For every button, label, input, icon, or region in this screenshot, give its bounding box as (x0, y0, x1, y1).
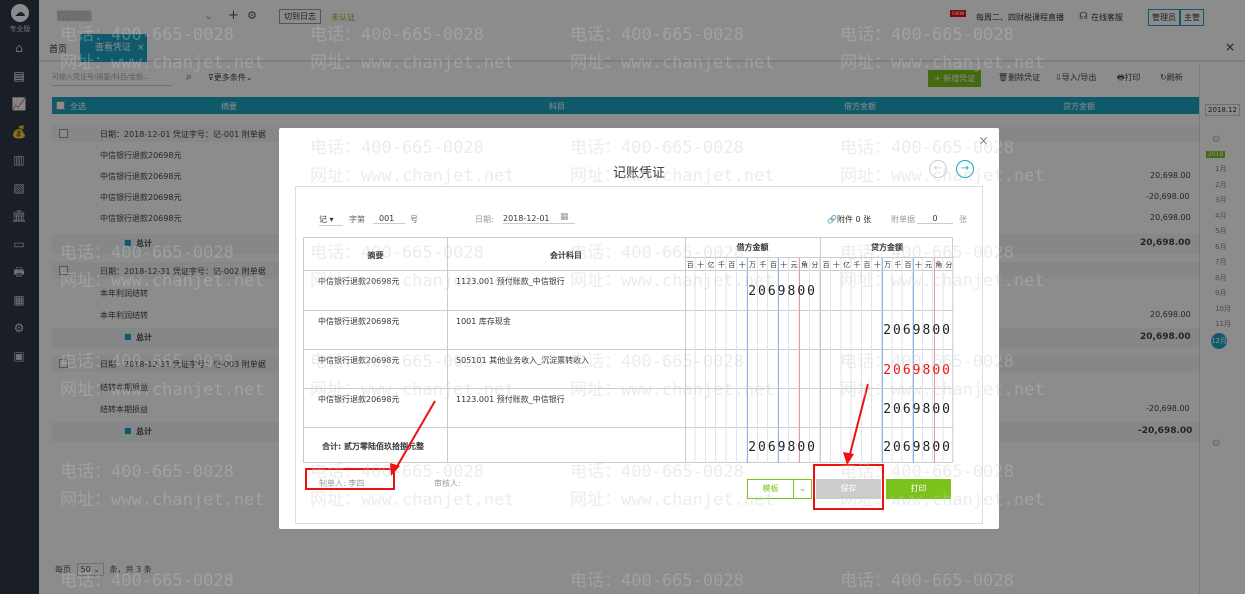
arrow-to-maker (394, 400, 436, 471)
arrow-to-save (848, 383, 869, 459)
arrowhead-icon (843, 452, 854, 465)
annotation-arrows (390, 383, 869, 476)
